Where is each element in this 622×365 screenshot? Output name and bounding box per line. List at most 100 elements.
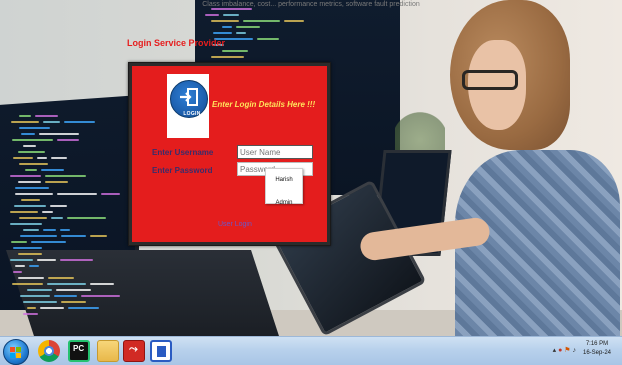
code-line <box>37 259 56 261</box>
code-line <box>19 115 31 117</box>
code-line <box>12 139 53 141</box>
code-line <box>257 38 279 40</box>
clock[interactable]: 7:16 PM 16-Sep-24 <box>576 340 618 358</box>
code-line <box>61 301 86 303</box>
code-line <box>57 139 79 141</box>
flag-icon[interactable]: ⚑ <box>564 347 570 354</box>
pdf-icon[interactable]: ⤳ <box>123 340 145 362</box>
code-line <box>42 211 53 213</box>
taskbar: PC ⤳ ▴ ● ⚑ ♪ 7:16 PM 16-Sep-24 <box>0 336 622 365</box>
login-heading: Enter Login Details Here !!! <box>212 100 316 109</box>
code-line <box>67 217 106 219</box>
autocomplete-option-admin[interactable]: Admin <box>266 200 302 206</box>
code-line <box>10 175 41 177</box>
code-line <box>13 157 33 159</box>
code-line <box>10 259 33 261</box>
code-line <box>13 271 22 273</box>
code-line <box>57 193 97 195</box>
code-line <box>56 289 91 291</box>
chrome-icon[interactable] <box>38 340 60 362</box>
code-line <box>243 20 280 22</box>
code-line <box>29 265 39 267</box>
background-laptop <box>6 250 279 336</box>
code-line <box>15 193 53 195</box>
pycharm-icon[interactable]: PC <box>68 340 90 362</box>
login-logo-text: LOGIN <box>183 111 201 117</box>
code-line <box>12 283 43 285</box>
code-line <box>60 259 93 261</box>
code-line <box>45 181 68 183</box>
code-line <box>23 229 39 231</box>
background-person-glasses <box>462 70 518 90</box>
code-line <box>15 187 49 189</box>
code-line <box>13 247 42 249</box>
login-panel: LOGIN Enter Login Details Here !!! Enter… <box>132 66 327 242</box>
tray-arrow-icon[interactable]: ▴ <box>553 347 557 354</box>
password-label: Enter Password <box>152 166 213 175</box>
code-line <box>23 313 38 315</box>
network-icon[interactable]: ● <box>558 347 562 354</box>
code-line <box>39 133 79 135</box>
code-line <box>20 235 57 237</box>
code-line <box>35 115 58 117</box>
code-line <box>223 14 239 16</box>
code-line <box>11 241 27 243</box>
code-line <box>60 229 70 231</box>
windows-logo-icon <box>10 346 22 358</box>
app-icon[interactable] <box>150 340 172 362</box>
code-line <box>205 14 219 16</box>
code-line <box>25 169 37 171</box>
system-tray[interactable]: ▴ ● ⚑ ♪ <box>553 346 576 354</box>
provider-title: Login Service Provider <box>127 38 226 48</box>
code-line <box>14 205 46 207</box>
code-line <box>222 50 248 52</box>
code-line <box>21 199 40 201</box>
code-line <box>21 133 35 135</box>
code-line <box>37 157 47 159</box>
code-line <box>43 121 60 123</box>
code-line <box>19 163 48 165</box>
code-line <box>41 169 64 171</box>
autocomplete-dropdown: Harish Admin <box>265 168 303 206</box>
username-input[interactable] <box>237 145 313 159</box>
code-line <box>61 235 86 237</box>
code-line <box>50 205 67 207</box>
login-window: LOGIN Enter Login Details Here !!! Enter… <box>128 62 331 246</box>
start-button[interactable] <box>3 339 29 365</box>
folder-icon[interactable] <box>97 340 119 362</box>
code-line <box>101 193 120 195</box>
code-line <box>15 265 25 267</box>
code-line <box>284 20 304 22</box>
code-line <box>51 157 67 159</box>
code-line <box>236 26 260 28</box>
code-line <box>10 223 42 225</box>
code-line <box>27 289 52 291</box>
code-line <box>27 307 36 309</box>
code-line <box>90 235 107 237</box>
autocomplete-option-harish[interactable]: Harish <box>266 177 302 183</box>
code-line <box>10 211 38 213</box>
code-line <box>211 20 239 22</box>
top-caption: Class imbalance, cost... performance met… <box>202 1 420 8</box>
code-line <box>20 295 50 297</box>
code-line <box>18 253 42 255</box>
code-line <box>64 121 95 123</box>
code-line <box>222 26 232 28</box>
code-line <box>211 56 244 58</box>
code-line <box>31 241 66 243</box>
code-line <box>54 295 77 297</box>
code-line <box>45 175 86 177</box>
code-line <box>23 301 57 303</box>
code-line <box>68 307 99 309</box>
code-line <box>81 295 120 297</box>
code-line <box>18 277 44 279</box>
code-line <box>43 229 56 231</box>
login-icon: LOGIN <box>170 80 208 118</box>
clock-date: 16-Sep-24 <box>582 350 612 356</box>
clock-time: 7:16 PM <box>585 341 609 347</box>
code-line <box>48 277 74 279</box>
user-login-link[interactable]: User Login <box>218 221 252 228</box>
login-logo: LOGIN <box>167 74 209 138</box>
code-line <box>19 217 47 219</box>
username-label: Enter Username <box>152 148 214 157</box>
